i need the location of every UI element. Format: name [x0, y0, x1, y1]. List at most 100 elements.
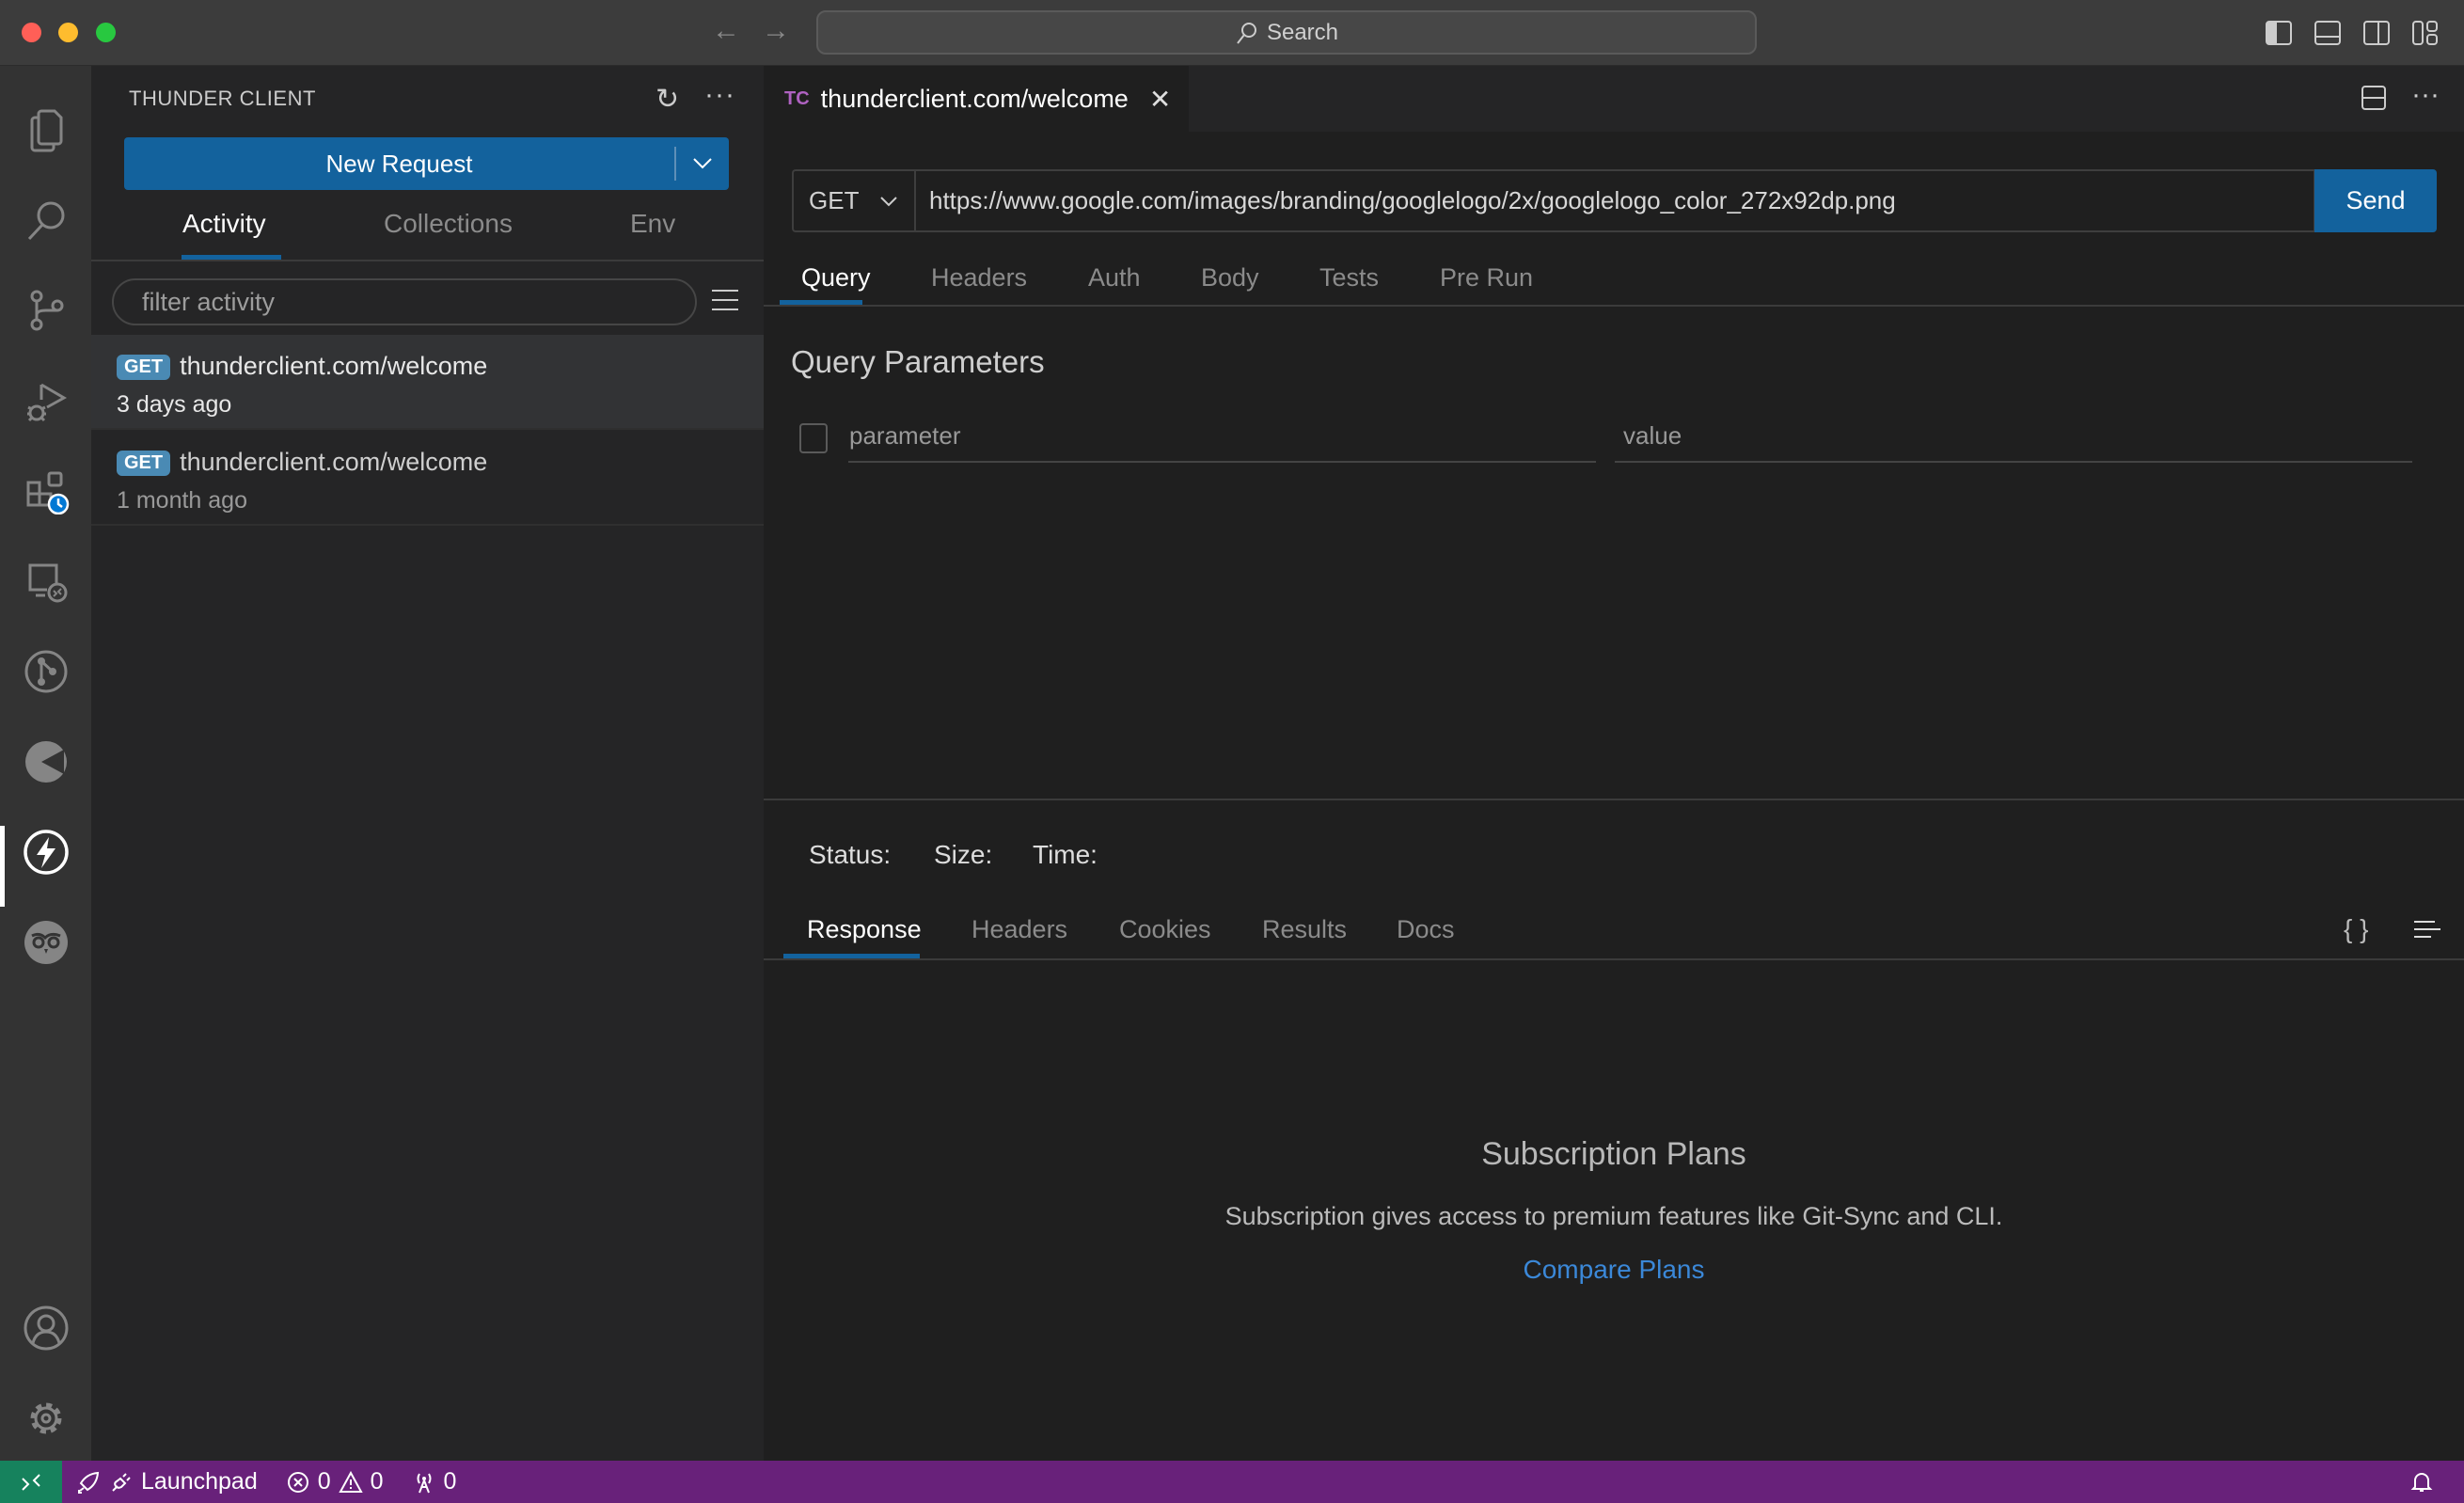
- tab-pre-run[interactable]: Pre Run: [1440, 263, 1533, 293]
- sidebar-title: THUNDER CLIENT: [129, 87, 316, 110]
- forward-arrow-icon[interactable]: →: [762, 15, 790, 47]
- tab-cookies[interactable]: Cookies: [1119, 915, 1211, 944]
- split-editor-icon[interactable]: [2361, 85, 2387, 111]
- tab-response-headers[interactable]: Headers: [971, 915, 1067, 944]
- activity-explorer[interactable]: [0, 85, 91, 175]
- remote-icon: [22, 1473, 40, 1491]
- files-icon: [30, 109, 62, 152]
- ports-count: 0: [443, 1468, 457, 1495]
- param-name-input[interactable]: parameter: [849, 421, 961, 451]
- back-arrow-icon[interactable]: ←: [712, 15, 740, 47]
- tab-env[interactable]: Env: [630, 209, 675, 239]
- tab-response[interactable]: Response: [807, 915, 922, 944]
- new-request-button[interactable]: New Request: [124, 137, 729, 190]
- param-underline: [848, 461, 1596, 463]
- error-count: 0: [317, 1468, 331, 1495]
- remote-explorer-icon: [28, 563, 67, 603]
- activity-thunder-client[interactable]: [0, 807, 91, 897]
- close-window-button[interactable]: [22, 23, 41, 42]
- editor-tab-title: thunderclient.com/welcome: [820, 84, 1129, 113]
- subscription-description: Subscription gives access to premium fea…: [1224, 1202, 2003, 1230]
- filter-menu-icon[interactable]: [712, 288, 738, 312]
- more-actions-icon[interactable]: ···: [2411, 79, 2440, 111]
- git-graph-icon: [24, 650, 67, 693]
- tab-tests[interactable]: Tests: [1319, 263, 1379, 293]
- activity-run-debug[interactable]: [0, 356, 91, 446]
- tab-query[interactable]: Query: [801, 263, 871, 293]
- ports-item[interactable]: 0: [412, 1468, 457, 1495]
- word-wrap-icon[interactable]: [2414, 920, 2442, 941]
- launchpad-item[interactable]: Launchpad: [77, 1468, 258, 1495]
- maximize-window-button[interactable]: [96, 23, 116, 42]
- status-bar: Launchpad 0 0 0: [0, 1461, 2464, 1503]
- filter-placeholder: filter activity: [142, 287, 276, 316]
- owl-icon: [24, 921, 68, 964]
- activity-codetime[interactable]: [0, 717, 91, 807]
- broadcast-icon: [417, 1472, 432, 1493]
- tab-activity[interactable]: Activity: [182, 209, 266, 239]
- activity-owl[interactable]: [0, 897, 91, 988]
- activity-remote-explorer[interactable]: [0, 536, 91, 626]
- new-request-label: New Request: [325, 149, 473, 178]
- history-item[interactable]: GET thunderclient.com/welcome 3 days ago: [91, 335, 764, 430]
- activity-extensions[interactable]: [0, 446, 91, 536]
- activity-accounts[interactable]: [0, 1283, 91, 1373]
- remote-indicator[interactable]: [0, 1461, 62, 1503]
- compare-plans-link[interactable]: Compare Plans: [1524, 1255, 1705, 1284]
- tab-results[interactable]: Results: [1262, 915, 1347, 944]
- chevron-down-icon: [880, 196, 898, 206]
- activity-git-graph[interactable]: [0, 626, 91, 717]
- tab-collections[interactable]: Collections: [384, 209, 513, 239]
- tab-body[interactable]: Body: [1201, 263, 1259, 293]
- warning-icon: [338, 1470, 363, 1493]
- activity-manage[interactable]: [0, 1373, 91, 1463]
- customize-layout-icon[interactable]: [2411, 19, 2440, 47]
- activity-search[interactable]: [0, 175, 91, 265]
- toggle-panel-icon[interactable]: [2314, 19, 2342, 47]
- param-value-input[interactable]: value: [1623, 421, 1682, 451]
- divider: [764, 305, 2464, 307]
- refresh-icon[interactable]: ↻: [655, 83, 679, 116]
- toggle-secondary-sidebar-icon[interactable]: [2362, 19, 2391, 47]
- rocket-icon: [78, 1471, 100, 1494]
- notifications-bell-icon[interactable]: [2409, 1470, 2434, 1495]
- search-icon: [1237, 22, 1256, 44]
- codetime-icon: [24, 741, 67, 783]
- extensions-icon: [26, 471, 69, 514]
- tab-headers[interactable]: Headers: [931, 263, 1027, 293]
- title-bar: ← → Search: [0, 0, 2464, 66]
- method-select[interactable]: GET: [792, 169, 914, 232]
- method-badge: GET: [117, 355, 171, 381]
- history-time: 1 month ago: [117, 487, 247, 514]
- new-request-dropdown[interactable]: [674, 147, 729, 181]
- json-format-icon[interactable]: { }: [2344, 914, 2368, 944]
- command-center-search[interactable]: Search: [816, 10, 1757, 55]
- sidebar: THUNDER CLIENT ↻ ··· New Request Activit…: [91, 66, 764, 1461]
- account-icon: [24, 1305, 68, 1351]
- send-button[interactable]: Send: [2314, 169, 2437, 232]
- activity-bar: [0, 66, 91, 1461]
- source-control-icon: [30, 290, 63, 331]
- divider: [91, 260, 764, 261]
- tab-auth[interactable]: Auth: [1088, 263, 1141, 293]
- filter-activity-input[interactable]: filter activity: [112, 278, 697, 325]
- divider: [764, 958, 2464, 960]
- panel-splitter[interactable]: [764, 799, 2464, 800]
- editor-area: TC thunderclient.com/welcome ✕ ··· GET h…: [764, 66, 2464, 1461]
- history-item[interactable]: GET thunderclient.com/welcome 1 month ago: [91, 431, 764, 526]
- activity-source-control[interactable]: [0, 265, 91, 356]
- close-icon[interactable]: ✕: [1149, 84, 1171, 115]
- warning-count: 0: [370, 1468, 384, 1495]
- more-actions-icon[interactable]: ···: [704, 79, 735, 111]
- thunder-client-file-icon: TC: [784, 87, 810, 109]
- editor-tab[interactable]: TC thunderclient.com/welcome ✕: [764, 66, 1189, 132]
- minimize-window-button[interactable]: [58, 23, 78, 42]
- param-enable-checkbox[interactable]: [799, 423, 828, 453]
- history-time: 3 days ago: [117, 391, 232, 418]
- problems-item[interactable]: 0 0: [286, 1468, 384, 1495]
- tab-docs[interactable]: Docs: [1397, 915, 1455, 944]
- toggle-primary-sidebar-icon[interactable]: [2265, 19, 2293, 47]
- history-url: thunderclient.com/welcome: [180, 352, 488, 380]
- url-value: https://www.google.com/images/branding/g…: [929, 186, 1896, 214]
- url-input[interactable]: https://www.google.com/images/branding/g…: [914, 169, 2315, 232]
